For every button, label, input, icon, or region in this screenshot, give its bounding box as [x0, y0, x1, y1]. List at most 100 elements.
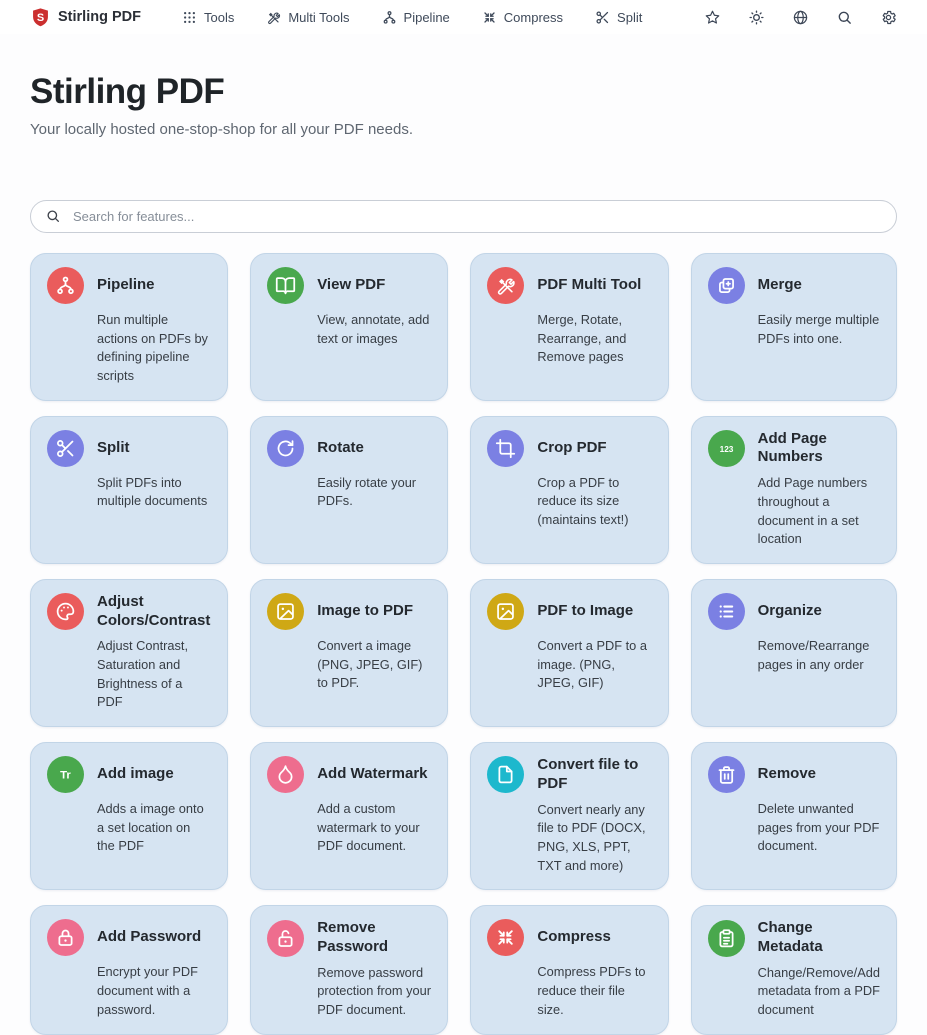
gear-icon[interactable] — [880, 9, 897, 26]
card-description: View, annotate, add text or images — [317, 311, 431, 348]
feature-card-pdf-multi-tool[interactable]: PDF Multi Tool Merge, Rotate, Rearrange,… — [470, 253, 668, 401]
card-description: Easily merge multiple PDFs into one. — [758, 311, 880, 348]
stirling-shield-logo-icon: S — [30, 7, 51, 28]
grid-dots-icon — [182, 10, 197, 25]
card-description: Split PDFs into multiple documents — [97, 474, 211, 511]
lock-icon — [47, 919, 84, 956]
feature-card-split[interactable]: Split Split PDFs into multiple documents — [30, 416, 228, 564]
pipeline-icon — [47, 267, 84, 304]
trash-icon — [708, 756, 745, 793]
card-title: Add Watermark — [317, 765, 431, 784]
search-icon[interactable] — [836, 9, 853, 26]
feature-card-add-watermark[interactable]: Add Watermark Add a custom watermark to … — [250, 742, 448, 890]
feature-card-adjust-colors-contrast[interactable]: Adjust Colors/Contrast Adjust Contrast, … — [30, 579, 228, 727]
navbar-actions — [704, 9, 897, 26]
droplet-icon — [267, 756, 304, 793]
card-description: Compress PDFs to reduce their file size. — [537, 963, 651, 1019]
brand-home-link[interactable]: S Stirling PDF — [30, 7, 141, 28]
file-icon — [487, 756, 524, 793]
svg-text:123: 123 — [719, 444, 733, 454]
feature-card-rotate[interactable]: Rotate Easily rotate your PDFs. — [250, 416, 448, 564]
rotate-icon — [267, 430, 304, 467]
feature-card-add-image[interactable]: Tr Add image Adds a image onto a set loc… — [30, 742, 228, 890]
card-title: Organize — [758, 602, 880, 621]
brightness-icon[interactable] — [748, 9, 765, 26]
nav-item-label: Tools — [204, 10, 234, 25]
card-title: Add Password — [97, 928, 211, 947]
card-title: Rotate — [317, 439, 431, 458]
svg-text:S: S — [37, 12, 44, 24]
card-title: Pipeline — [97, 276, 211, 295]
card-description: Convert a PDF to a image. (PNG, JPEG, GI… — [537, 637, 651, 693]
image-icon — [267, 593, 304, 630]
hammer-wrench-icon — [266, 10, 281, 25]
hammer-wrench-icon — [487, 267, 524, 304]
hero-section: Stirling PDF Your locally hosted one-sto… — [0, 34, 927, 138]
bullet-list-icon — [708, 593, 745, 630]
nav-item-multi-tools[interactable]: Multi Tools — [255, 6, 360, 29]
card-title: Add image — [97, 765, 211, 784]
card-title: Split — [97, 439, 211, 458]
scissors-icon — [595, 10, 610, 25]
card-title: Image to PDF — [317, 602, 431, 621]
scissors-icon — [47, 430, 84, 467]
card-description: Convert a image (PNG, JPEG, GIF) to PDF. — [317, 637, 431, 693]
card-title: Change Metadata — [758, 919, 880, 957]
feature-card-compress[interactable]: Compress Compress PDFs to reduce their f… — [470, 905, 668, 1035]
book-open-icon — [267, 267, 304, 304]
feature-card-remove[interactable]: Remove Delete unwanted pages from your P… — [691, 742, 897, 890]
feature-search — [30, 200, 897, 233]
card-title: Convert file to PDF — [537, 756, 651, 794]
card-title: Adjust Colors/Contrast — [97, 593, 211, 631]
card-title: Remove Password — [317, 919, 431, 957]
feature-card-organize[interactable]: Organize Remove/Rearrange pages in any o… — [691, 579, 897, 727]
nav-menu: Tools Multi Tools Pipeline Compress Spli… — [171, 6, 653, 29]
feature-search-input[interactable] — [30, 200, 897, 233]
card-description: Change/Remove/Add metadata from a PDF do… — [758, 964, 880, 1020]
card-description: Adjust Contrast, Saturation and Brightne… — [97, 637, 211, 712]
compress-arrows-icon — [487, 919, 524, 956]
card-title: PDF Multi Tool — [537, 276, 651, 295]
star-icon[interactable] — [704, 9, 721, 26]
feature-card-pipeline[interactable]: Pipeline Run multiple actions on PDFs by… — [30, 253, 228, 401]
card-title: Crop PDF — [537, 439, 651, 458]
feature-card-add-page-numbers[interactable]: 123 Add Page Numbers Add Page numbers th… — [691, 416, 897, 564]
feature-card-view-pdf[interactable]: View PDF View, annotate, add text or ima… — [250, 253, 448, 401]
feature-card-add-password[interactable]: Add Password Encrypt your PDF document w… — [30, 905, 228, 1035]
nav-item-label: Split — [617, 10, 642, 25]
card-description: Crop a PDF to reduce its size (maintains… — [537, 474, 651, 530]
page-subtitle: Your locally hosted one-stop-shop for al… — [30, 121, 897, 138]
image-icon — [487, 593, 524, 630]
feature-card-grid: Pipeline Run multiple actions on PDFs by… — [30, 253, 897, 1035]
crop-icon — [487, 430, 524, 467]
card-description: Remove/Rearrange pages in any order — [758, 637, 880, 674]
top-navbar: S Stirling PDF Tools Multi Tools Pipelin… — [0, 0, 927, 34]
card-description: Remove password protection from your PDF… — [317, 964, 431, 1020]
card-title: Compress — [537, 928, 651, 947]
nav-item-split[interactable]: Split — [584, 6, 653, 29]
numbers-123-icon: 123 — [708, 430, 745, 467]
nav-item-label: Multi Tools — [288, 10, 349, 25]
card-title: Merge — [758, 276, 880, 295]
nav-item-compress[interactable]: Compress — [471, 6, 574, 29]
nav-item-tools[interactable]: Tools — [171, 6, 245, 29]
feature-card-crop-pdf[interactable]: Crop PDF Crop a PDF to reduce its size (… — [470, 416, 668, 564]
card-description: Easily rotate your PDFs. — [317, 474, 431, 511]
card-description: Run multiple actions on PDFs by defining… — [97, 311, 211, 386]
feature-card-remove-password[interactable]: Remove Password Remove password protecti… — [250, 905, 448, 1035]
globe-icon[interactable] — [792, 9, 809, 26]
unlock-icon — [267, 920, 304, 957]
feature-card-pdf-to-image[interactable]: PDF to Image Convert a PDF to a image. (… — [470, 579, 668, 727]
pipeline-icon — [382, 10, 397, 25]
palette-icon — [47, 593, 84, 630]
card-description: Add a custom watermark to your PDF docum… — [317, 800, 431, 856]
feature-card-change-metadata[interactable]: Change Metadata Change/Remove/Add metada… — [691, 905, 897, 1035]
feature-card-convert-file-to-pdf[interactable]: Convert file to PDF Convert nearly any f… — [470, 742, 668, 890]
card-description: Adds a image onto a set location on the … — [97, 800, 211, 856]
card-description: Encrypt your PDF document with a passwor… — [97, 963, 211, 1019]
feature-card-image-to-pdf[interactable]: Image to PDF Convert a image (PNG, JPEG,… — [250, 579, 448, 727]
card-description: Convert nearly any file to PDF (DOCX, PN… — [537, 801, 651, 876]
nav-item-pipeline[interactable]: Pipeline — [371, 6, 461, 29]
nav-item-label: Pipeline — [404, 10, 450, 25]
feature-card-merge[interactable]: Merge Easily merge multiple PDFs into on… — [691, 253, 897, 401]
